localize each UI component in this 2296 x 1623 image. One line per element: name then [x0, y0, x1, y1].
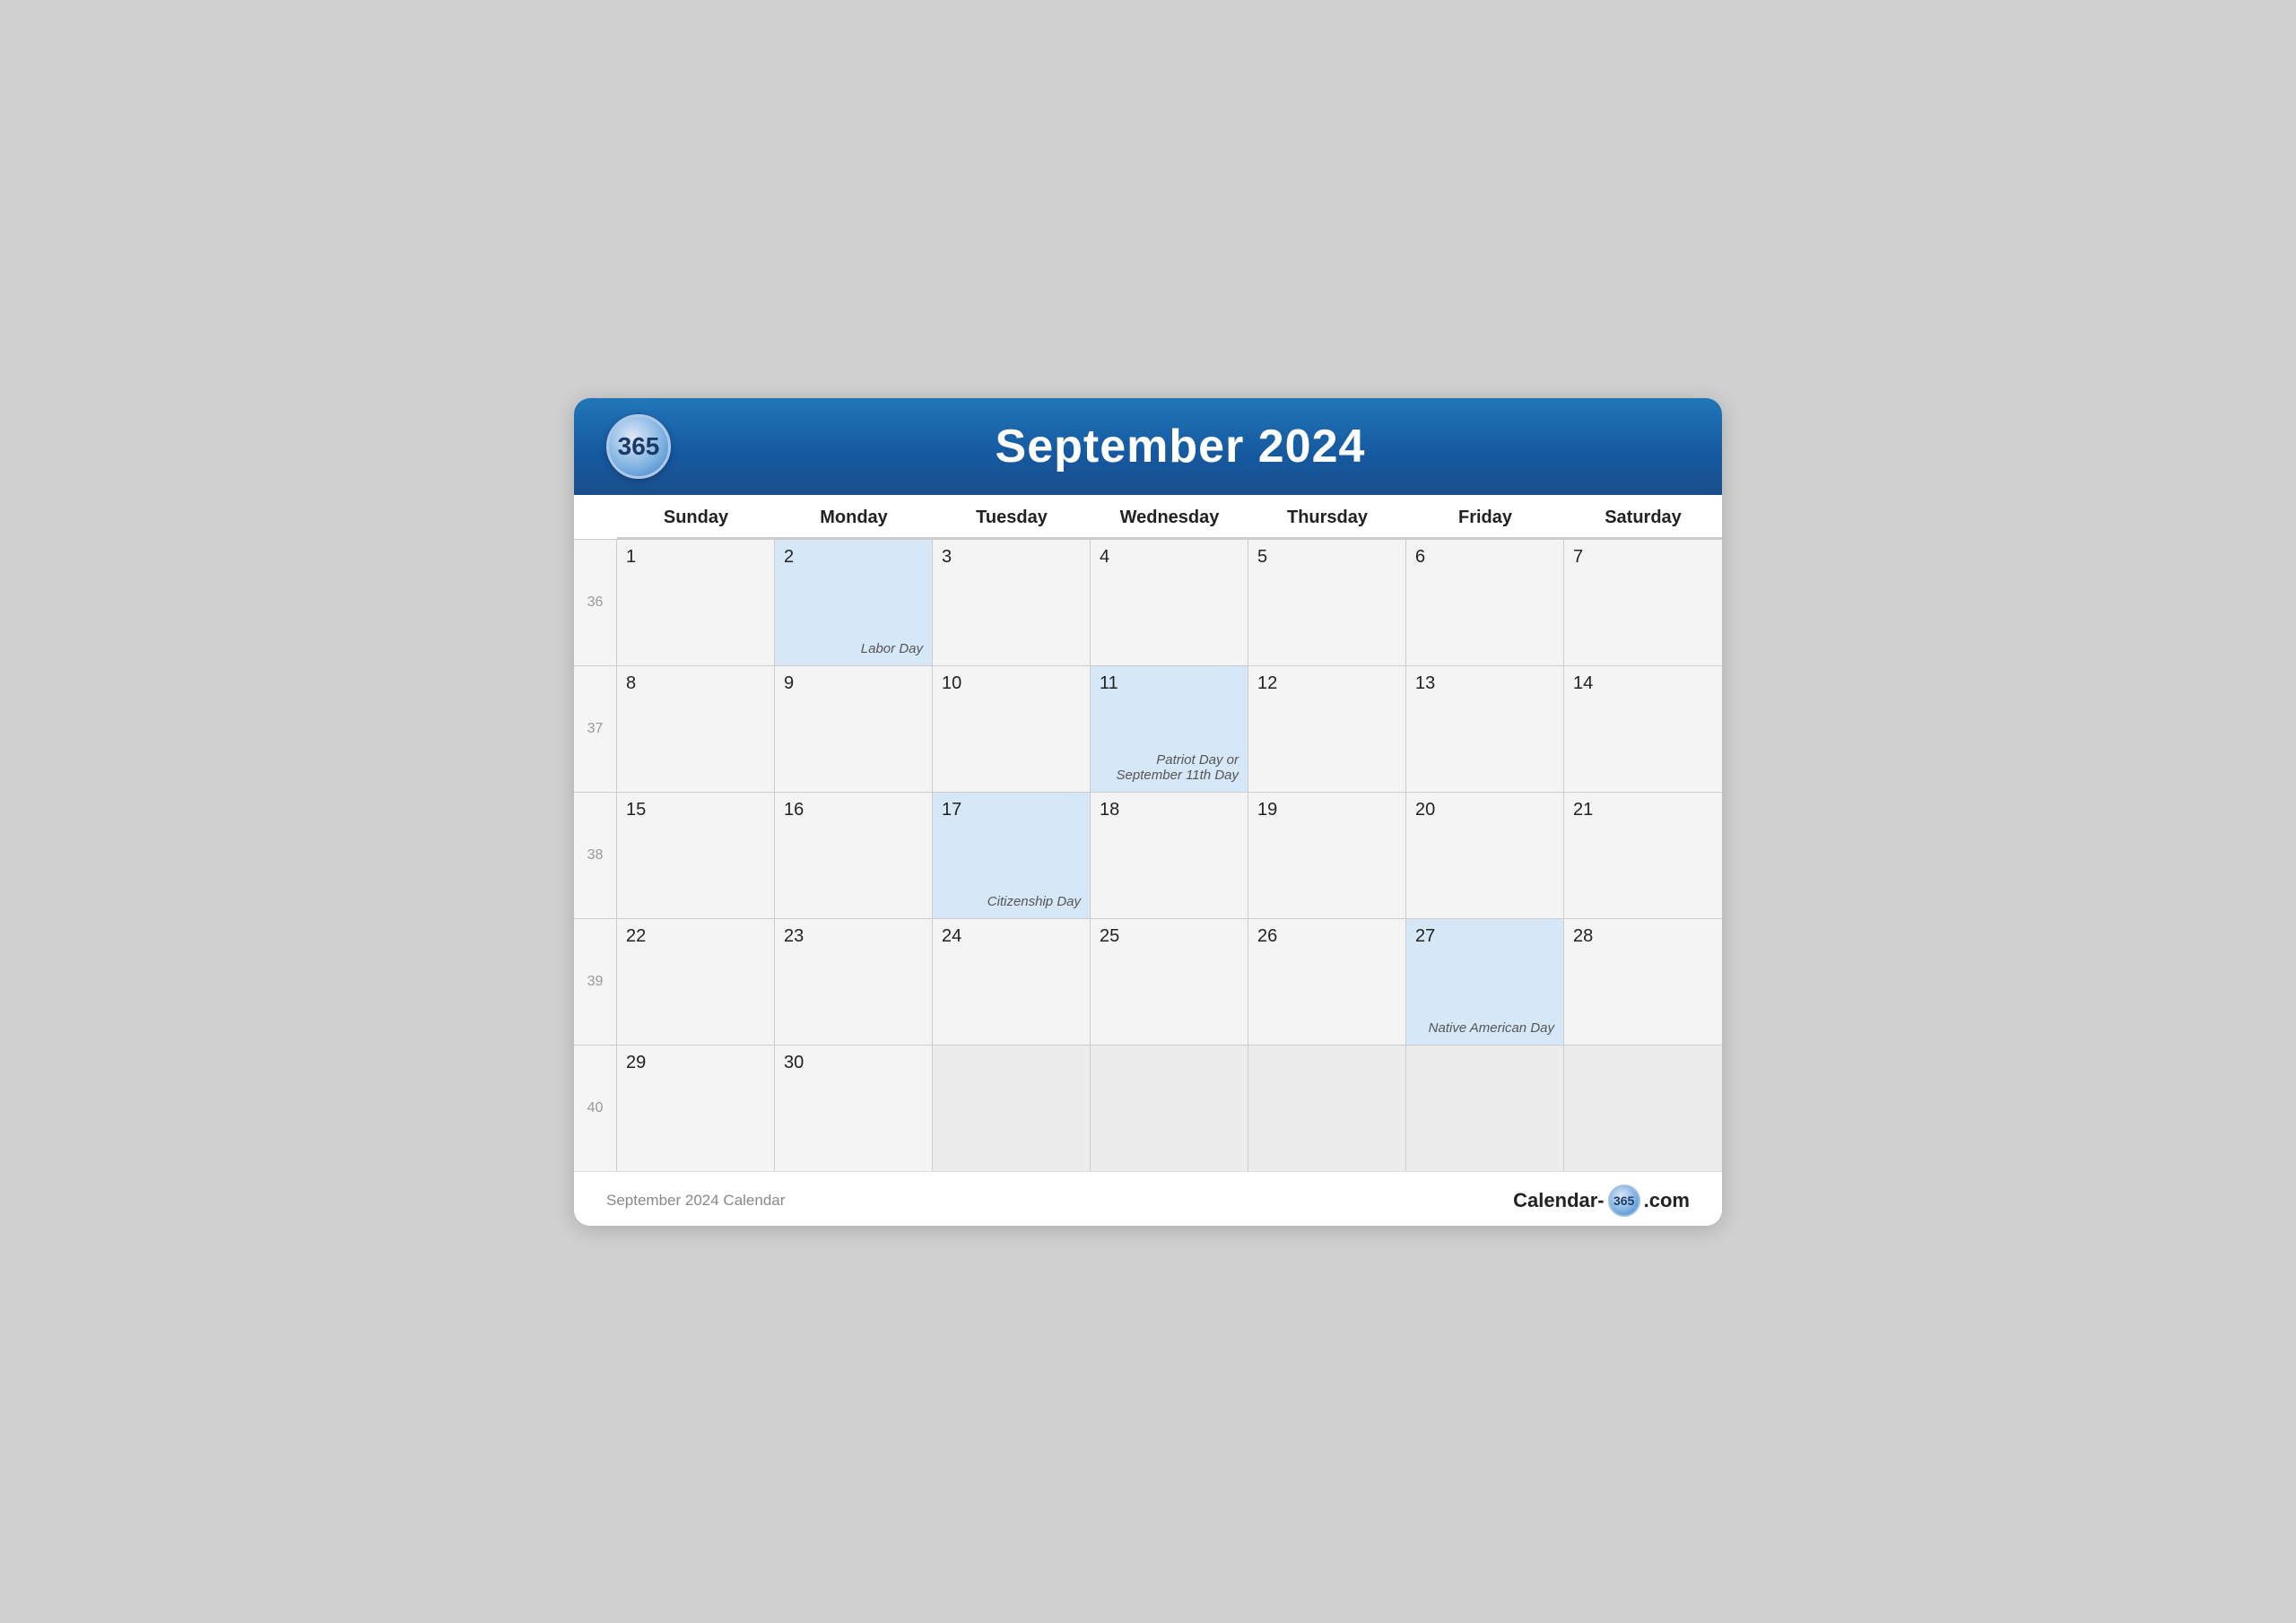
- day-cell-2: 2 Labor Day: [775, 540, 933, 665]
- date-number: 12: [1257, 673, 1396, 694]
- day-cell-28: 28: [1564, 919, 1722, 1045]
- date-number: 8: [626, 673, 765, 694]
- day-cell-20: 20: [1406, 793, 1564, 918]
- date-number: 25: [1100, 926, 1239, 947]
- day-cell-13: 13: [1406, 666, 1564, 792]
- day-cell-17: 17 Citizenship Day: [933, 793, 1091, 918]
- day-header-tuesday: Tuesday: [933, 495, 1091, 539]
- day-cell-4: 4: [1091, 540, 1248, 665]
- holiday-label: Patriot Day or September 11th Day: [1091, 752, 1239, 783]
- day-cell-14: 14: [1564, 666, 1722, 792]
- day-cell-empty-4-6: [1564, 1046, 1722, 1171]
- day-cell-10: 10: [933, 666, 1091, 792]
- day-cell-7: 7: [1564, 540, 1722, 665]
- day-cell-29: 29: [617, 1046, 775, 1171]
- day-cell-5: 5: [1248, 540, 1406, 665]
- date-number: 3: [942, 547, 1081, 568]
- date-number: 26: [1257, 926, 1396, 947]
- day-header-sunday: Sunday: [617, 495, 775, 539]
- week-row-3: 39 22 23 24 25 26 27 Native American Day 28: [574, 918, 1722, 1045]
- date-number: 10: [942, 673, 1081, 694]
- week-row-1: 37 89 10 11 Patriot Day or September 11th Da…: [574, 665, 1722, 792]
- day-cell-23: 23: [775, 919, 933, 1045]
- day-header-monday: Monday: [775, 495, 933, 539]
- footer-bar: September 2024 Calendar Calendar- 365 .c…: [574, 1171, 1722, 1226]
- calendar-title: September 2024: [671, 420, 1690, 473]
- week-row-2: 38 15 16 17 Citizenship Day 18 19 20 21: [574, 792, 1722, 918]
- week-num-header-spacer: [574, 495, 617, 539]
- day-cell-16: 16: [775, 793, 933, 918]
- day-cell-1: 1: [617, 540, 775, 665]
- day-cell-8: 8: [617, 666, 775, 792]
- calendar-header: 365 September 2024: [574, 398, 1722, 495]
- date-number: 24: [942, 926, 1081, 947]
- week-num-40: 40: [574, 1046, 617, 1171]
- day-header-wednesday: Wednesday: [1091, 495, 1248, 539]
- week-row-4: 40 29 30: [574, 1045, 1722, 1171]
- date-number: 20: [1415, 800, 1554, 820]
- date-number: 13: [1415, 673, 1554, 694]
- date-number: 21: [1573, 800, 1713, 820]
- day-cell-27: 27 Native American Day: [1406, 919, 1564, 1045]
- day-cell-21: 21: [1564, 793, 1722, 918]
- footer-brand-prefix: Calendar-: [1513, 1189, 1604, 1212]
- calendar-body: 36 12 Labor Day 34567 37 89 10 11 Patriot Day or…: [574, 539, 1722, 1171]
- day-cell-26: 26: [1248, 919, 1406, 1045]
- week-num-39: 39: [574, 919, 617, 1045]
- date-number: 18: [1100, 800, 1239, 820]
- day-cell-empty-4-5: [1406, 1046, 1564, 1171]
- date-number: 11: [1100, 673, 1239, 694]
- holiday-label: Citizenship Day: [987, 894, 1081, 909]
- date-number: 5: [1257, 547, 1396, 568]
- day-cell-18: 18: [1091, 793, 1248, 918]
- week-num-37: 37: [574, 666, 617, 792]
- date-number: 22: [626, 926, 765, 947]
- date-number: 29: [626, 1053, 765, 1073]
- footer-brand-suffix: .com: [1644, 1189, 1690, 1212]
- day-cell-9: 9: [775, 666, 933, 792]
- date-number: 6: [1415, 547, 1554, 568]
- holiday-label: Labor Day: [861, 641, 923, 656]
- logo-badge: 365: [606, 414, 671, 479]
- day-header-thursday: Thursday: [1248, 495, 1406, 539]
- calendar-wrapper: 365 September 2024 SundayMondayTuesdayWe…: [574, 398, 1722, 1226]
- day-cell-3: 3: [933, 540, 1091, 665]
- day-cell-15: 15: [617, 793, 775, 918]
- footer-caption: September 2024 Calendar: [606, 1192, 785, 1210]
- week-row-0: 36 12 Labor Day 34567: [574, 539, 1722, 665]
- day-cell-30: 30: [775, 1046, 933, 1171]
- date-number: 27: [1415, 926, 1554, 947]
- day-cell-11: 11 Patriot Day or September 11th Day: [1091, 666, 1248, 792]
- day-cell-22: 22: [617, 919, 775, 1045]
- holiday-label: Native American Day: [1429, 1020, 1554, 1036]
- day-cell-19: 19: [1248, 793, 1406, 918]
- day-header-saturday: Saturday: [1564, 495, 1722, 539]
- date-number: 19: [1257, 800, 1396, 820]
- footer-brand-badge: 365: [1608, 1185, 1640, 1217]
- footer-brand: Calendar- 365 .com: [1513, 1185, 1690, 1217]
- week-num-38: 38: [574, 793, 617, 918]
- day-header-friday: Friday: [1406, 495, 1564, 539]
- date-number: 14: [1573, 673, 1713, 694]
- date-number: 23: [784, 926, 923, 947]
- date-number: 16: [784, 800, 923, 820]
- day-cell-empty-4-2: [933, 1046, 1091, 1171]
- date-number: 9: [784, 673, 923, 694]
- week-num-36: 36: [574, 540, 617, 665]
- date-number: 15: [626, 800, 765, 820]
- date-number: 30: [784, 1053, 923, 1073]
- date-number: 4: [1100, 547, 1239, 568]
- date-number: 2: [784, 547, 923, 568]
- day-cell-12: 12: [1248, 666, 1406, 792]
- date-number: 1: [626, 547, 765, 568]
- day-headers-row: SundayMondayTuesdayWednesdayThursdayFrid…: [574, 495, 1722, 539]
- day-cell-6: 6: [1406, 540, 1564, 665]
- date-number: 28: [1573, 926, 1713, 947]
- day-cell-empty-4-3: [1091, 1046, 1248, 1171]
- day-cell-25: 25: [1091, 919, 1248, 1045]
- date-number: 7: [1573, 547, 1713, 568]
- date-number: 17: [942, 800, 1081, 820]
- day-cell-24: 24: [933, 919, 1091, 1045]
- day-cell-empty-4-4: [1248, 1046, 1406, 1171]
